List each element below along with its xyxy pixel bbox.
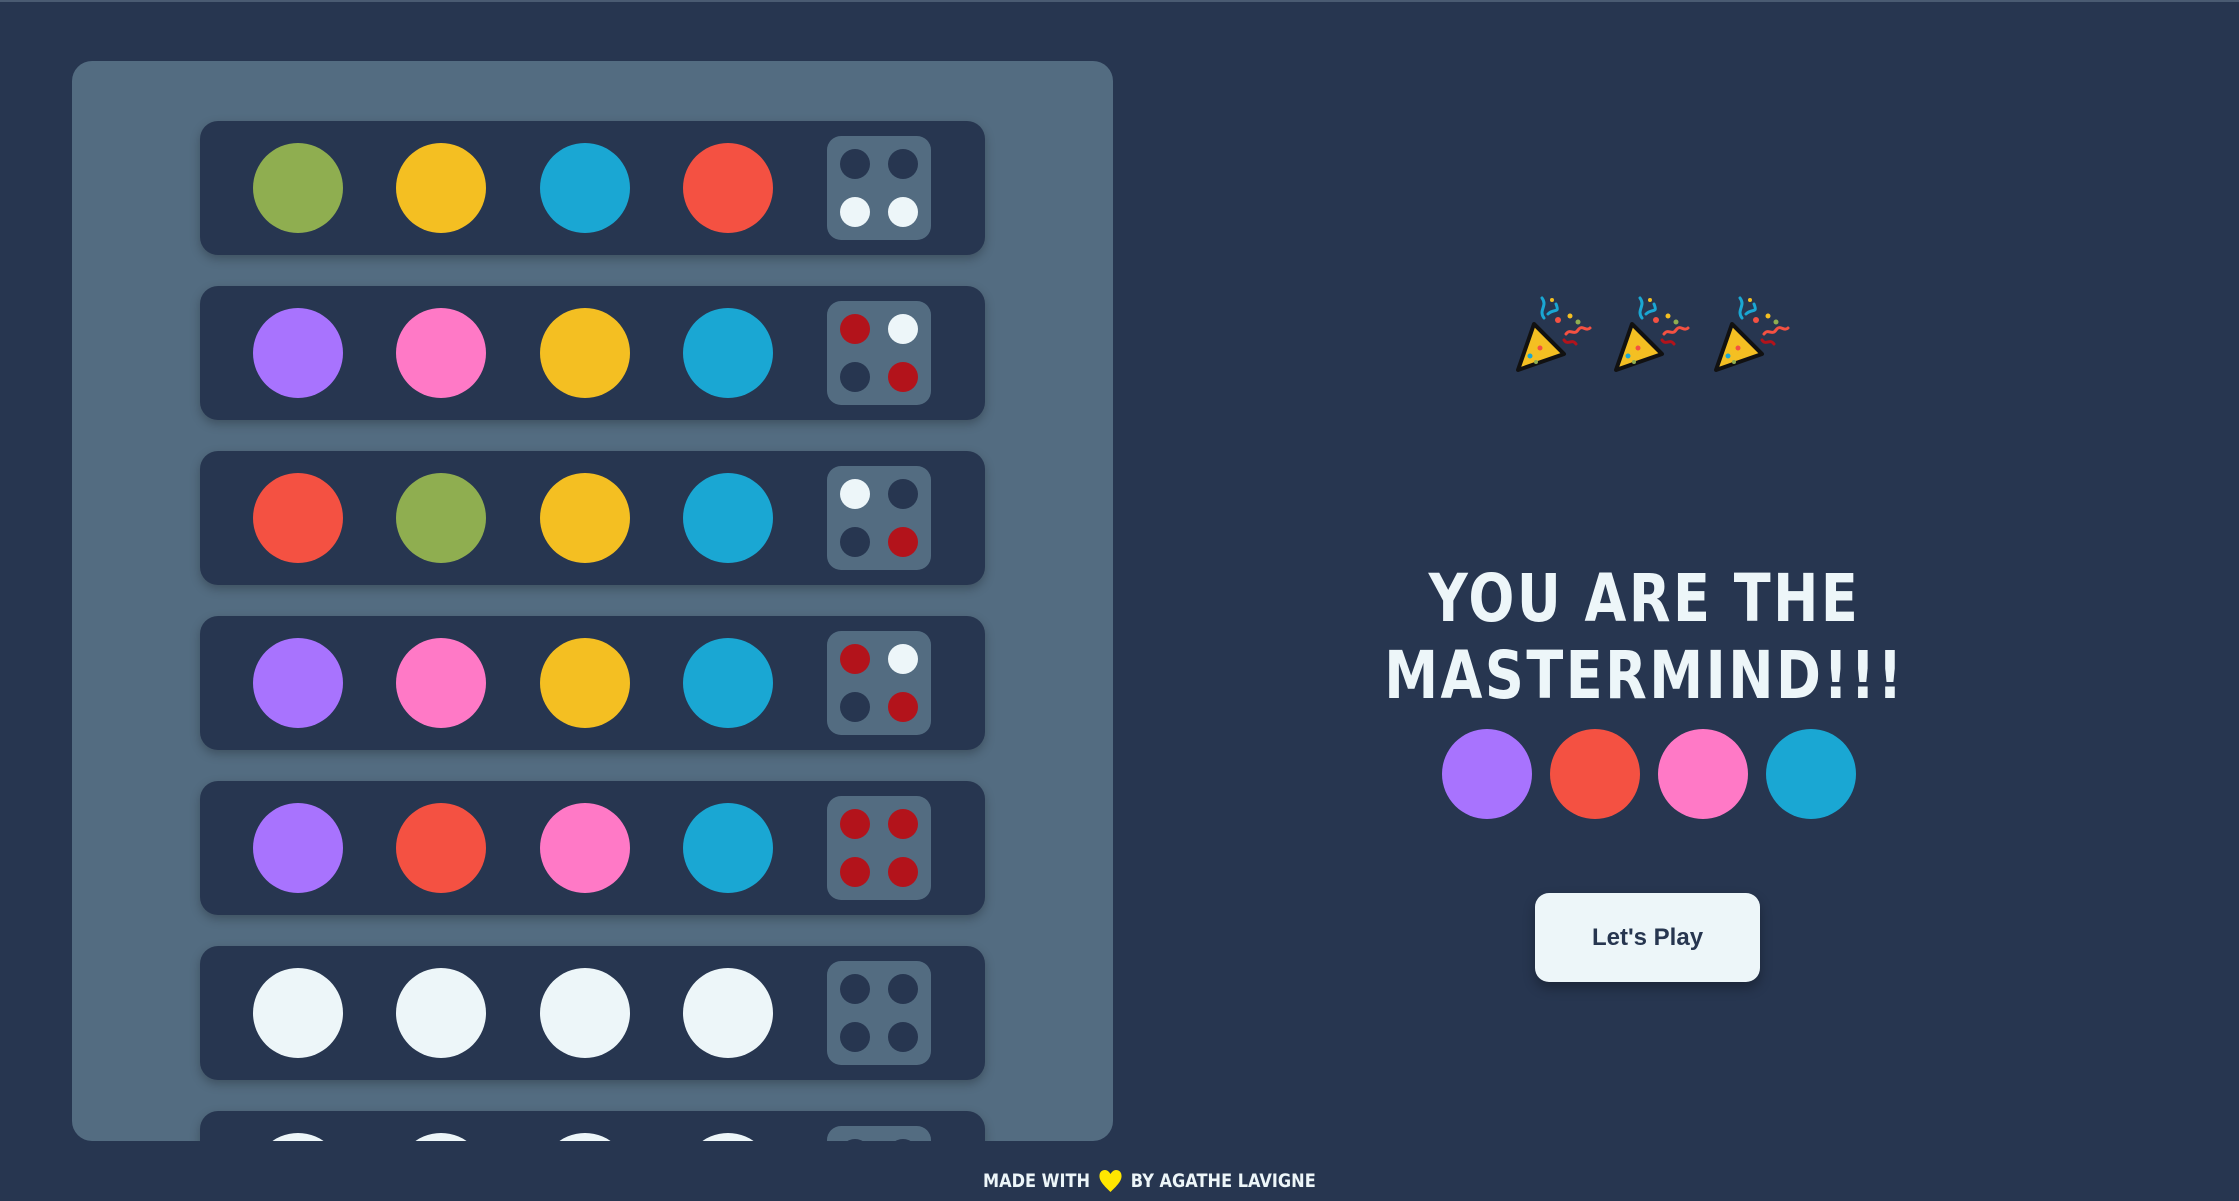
guess-row	[200, 121, 985, 255]
guess-peg[interactable]	[683, 803, 773, 893]
feedback-box	[827, 301, 931, 405]
guess-row	[200, 781, 985, 915]
feedback-pin-empty	[888, 1139, 918, 1141]
feedback-pin-red	[840, 314, 870, 344]
feedback-pin-red	[840, 857, 870, 887]
guess-peg[interactable]	[253, 638, 343, 728]
feedback-pin-red	[888, 809, 918, 839]
feedback-pin-white	[888, 644, 918, 674]
guess-peg[interactable]	[683, 143, 773, 233]
guess-peg[interactable]	[540, 473, 630, 563]
feedback-box	[827, 796, 931, 900]
guess-peg[interactable]	[683, 1133, 773, 1141]
feedback-pin-empty	[840, 527, 870, 557]
solution-peg	[1442, 729, 1532, 819]
guess-peg[interactable]	[540, 1133, 630, 1141]
guess-peg[interactable]	[396, 638, 486, 728]
feedback-pin-red	[888, 857, 918, 887]
feedback-pin-empty	[840, 1022, 870, 1052]
guess-peg[interactable]	[540, 968, 630, 1058]
guess-peg[interactable]	[683, 308, 773, 398]
guess-peg[interactable]	[540, 638, 630, 728]
guess-peg[interactable]	[396, 308, 486, 398]
party-popper-icon	[1606, 290, 1696, 380]
feedback-box	[827, 631, 931, 735]
feedback-pin-white	[888, 197, 918, 227]
feedback-pin-empty	[888, 479, 918, 509]
guess-row	[200, 286, 985, 420]
feedback-pin-red	[840, 644, 870, 674]
guess-peg[interactable]	[396, 968, 486, 1058]
footer-suffix: BY AGATHE LAVIGNE	[1130, 1170, 1316, 1192]
guess-peg[interactable]	[540, 803, 630, 893]
guess-peg[interactable]	[253, 308, 343, 398]
lets-play-button[interactable]: Let's Play	[1535, 893, 1760, 982]
footer-prefix: MADE WITH	[983, 1170, 1090, 1192]
guess-peg[interactable]	[683, 638, 773, 728]
feedback-pin-red	[888, 527, 918, 557]
guess-row	[200, 946, 985, 1080]
guess-peg[interactable]	[396, 473, 486, 563]
feedback-pin-empty	[840, 149, 870, 179]
footer: MADE WITH BY AGATHE LAVIGNE	[983, 1166, 1316, 1196]
feedback-pin-white	[840, 197, 870, 227]
guess-peg[interactable]	[253, 1133, 343, 1141]
feedback-pin-red	[840, 809, 870, 839]
feedback-pin-empty	[840, 974, 870, 1004]
party-popper-icon	[1706, 290, 1796, 380]
solution-peg	[1766, 729, 1856, 819]
guess-row	[200, 1111, 985, 1141]
feedback-pin-red	[888, 362, 918, 392]
guess-peg[interactable]	[683, 968, 773, 1058]
guess-row	[200, 451, 985, 585]
win-panel: YOU ARE THE MASTERMIND!!! Let's Play	[1113, 0, 2239, 1201]
feedback-box	[827, 1126, 931, 1141]
guess-row	[200, 616, 985, 750]
guess-peg[interactable]	[253, 803, 343, 893]
feedback-pin-empty	[840, 692, 870, 722]
win-title: YOU ARE THE MASTERMIND!!!	[1384, 560, 1905, 714]
feedback-pin-empty	[888, 1022, 918, 1052]
feedback-box	[827, 136, 931, 240]
feedback-pin-empty	[840, 362, 870, 392]
guess-peg[interactable]	[253, 968, 343, 1058]
feedback-pin-red	[888, 692, 918, 722]
guess-peg[interactable]	[540, 308, 630, 398]
game-board	[72, 61, 1113, 1141]
guess-peg[interactable]	[683, 473, 773, 563]
solution-peg	[1550, 729, 1640, 819]
solution-peg	[1658, 729, 1748, 819]
feedback-pin-empty	[888, 974, 918, 1004]
guess-peg[interactable]	[253, 473, 343, 563]
party-popper-icon	[1508, 290, 1598, 380]
guess-peg[interactable]	[396, 1133, 486, 1141]
feedback-pin-empty	[888, 149, 918, 179]
guess-peg[interactable]	[396, 803, 486, 893]
feedback-pin-white	[888, 314, 918, 344]
guess-peg[interactable]	[540, 143, 630, 233]
feedback-pin-empty	[840, 1139, 870, 1141]
guess-peg[interactable]	[396, 143, 486, 233]
feedback-pin-white	[840, 479, 870, 509]
feedback-box	[827, 961, 931, 1065]
heart-icon	[1099, 1170, 1122, 1192]
feedback-box	[827, 466, 931, 570]
guess-peg[interactable]	[253, 143, 343, 233]
